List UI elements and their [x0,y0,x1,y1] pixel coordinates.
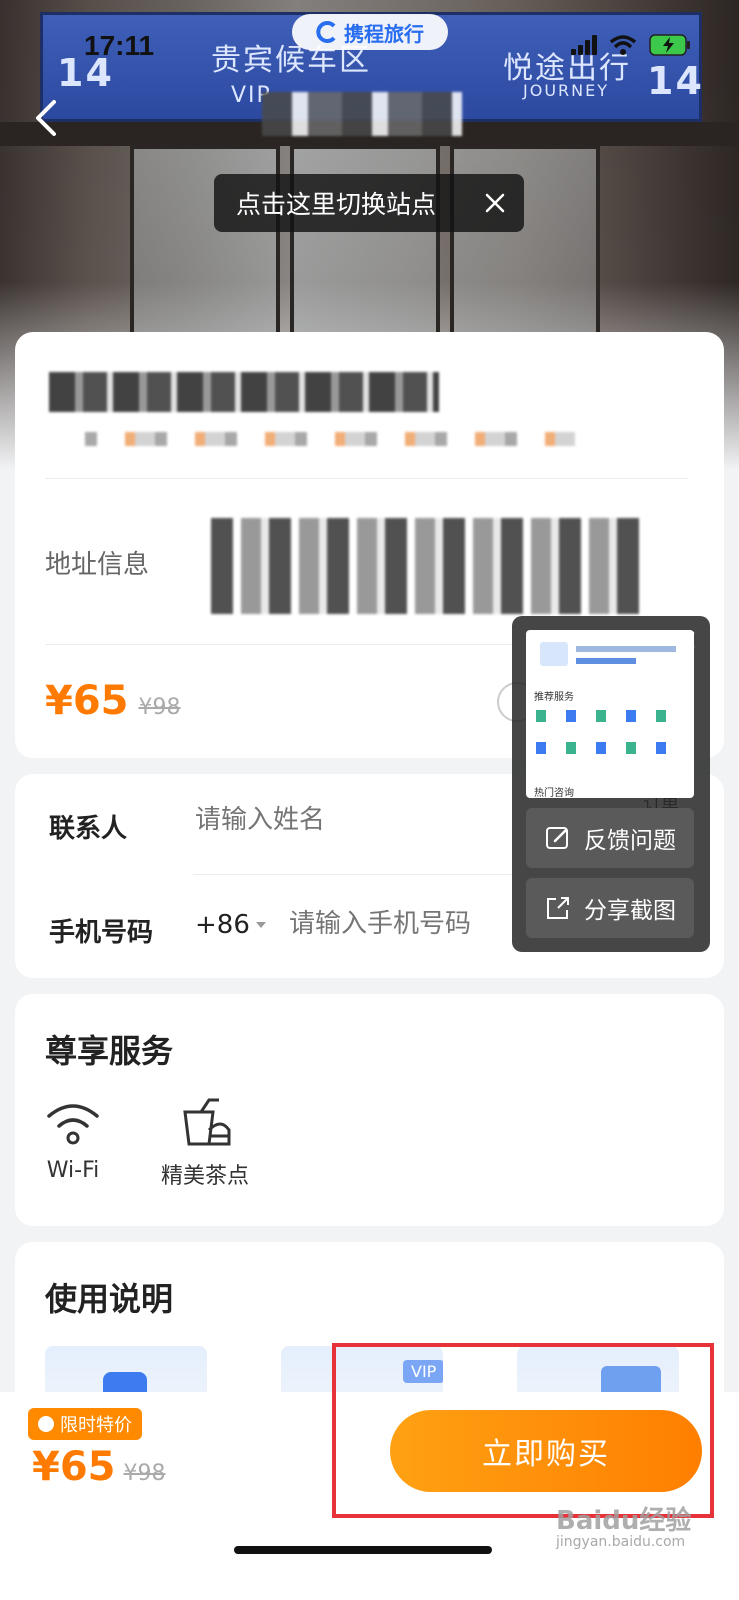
address-label: 地址信息 [45,550,150,580]
divider [45,478,688,479]
close-icon [677,631,695,649]
watermark: Baidu经验 [556,1506,692,1536]
product-subtitle-redacted [85,432,575,446]
caret-down-icon [255,922,266,928]
limited-offer-badge: 限时特价 [28,1408,142,1440]
original-price: ¥98 [138,695,181,720]
home-indicator[interactable] [234,1546,492,1554]
wifi-status-icon [609,34,637,56]
chevron-left-icon [36,100,56,136]
service-label: 精美茶点 [161,1164,250,1189]
country-code-select[interactable]: +86 [195,910,266,940]
bottom-current-price: ¥65 [32,1444,116,1490]
phone-input[interactable] [289,908,509,939]
close-icon[interactable] [482,190,508,216]
share-icon [547,897,569,919]
edit-icon [546,827,568,849]
cellular-signal-icon [571,35,597,55]
highlight-annotation-box [332,1343,714,1518]
price-row: ¥65 ¥98 [45,678,181,724]
premium-service-card: 尊享服务 Wi-Fi 精美茶点 [15,994,724,1226]
clock-icon [38,1416,54,1432]
feedback-floating-panel: 推荐服务 热门咨询 反馈问题 分享截图 [512,616,710,952]
close-panel-button[interactable] [668,622,704,658]
service-item-tea: 精美茶点 [161,1098,249,1190]
service-section-title: 尊享服务 [45,1032,174,1070]
share-label: 分享截图 [584,898,676,924]
preview-line [576,658,636,664]
bottom-price: ¥65 ¥98 [32,1444,166,1490]
bottom-original-price: ¥98 [123,1461,166,1486]
brand-logo: 携程旅行 [292,14,448,50]
current-price: ¥65 [45,678,129,724]
contact-name-input[interactable] [195,804,495,835]
wifi-icon [47,1104,99,1145]
feedback-button[interactable]: 反馈问题 [526,808,694,868]
preview-footer-title: 热门咨询 [534,788,574,798]
preview-icon-row [536,710,686,722]
contact-name-label: 联系人 [49,814,128,844]
watermark-sub: jingyan.baidu.com [556,1534,686,1550]
share-screenshot-button[interactable]: 分享截图 [526,878,694,938]
phone-label: 手机号码 [49,918,154,948]
product-title-redacted [49,372,439,412]
service-label: Wi-Fi [46,1158,100,1183]
switch-station-tip-text: 点击这里切换站点 [236,190,437,219]
address-redacted [211,518,641,614]
preview-icon-row [536,742,686,754]
preview-line [576,646,676,652]
feedback-label: 反馈问题 [584,828,676,854]
guide-section-title: 使用说明 [45,1280,174,1318]
preview-mail-icon [540,642,568,666]
battery-charging-icon [649,34,691,56]
preview-section-title: 推荐服务 [534,692,574,703]
service-item-wifi: Wi-Fi [43,1098,103,1183]
status-time: 17:11 [84,30,155,61]
brand-name: 携程旅行 [344,21,424,46]
station-name-redacted [262,92,462,136]
tea-snack-icon [183,1098,231,1146]
switch-station-tip[interactable]: 点击这里切换站点 [214,174,524,232]
promo-badge-label: 限时特价 [60,1415,132,1436]
sign-right-sub: JOURNEY [523,81,609,100]
country-code-value: +86 [195,910,250,940]
status-icons [571,34,691,56]
sign-right-num: 14 [647,59,704,103]
ctrip-logo-icon [316,21,336,43]
back-button[interactable] [28,96,68,140]
